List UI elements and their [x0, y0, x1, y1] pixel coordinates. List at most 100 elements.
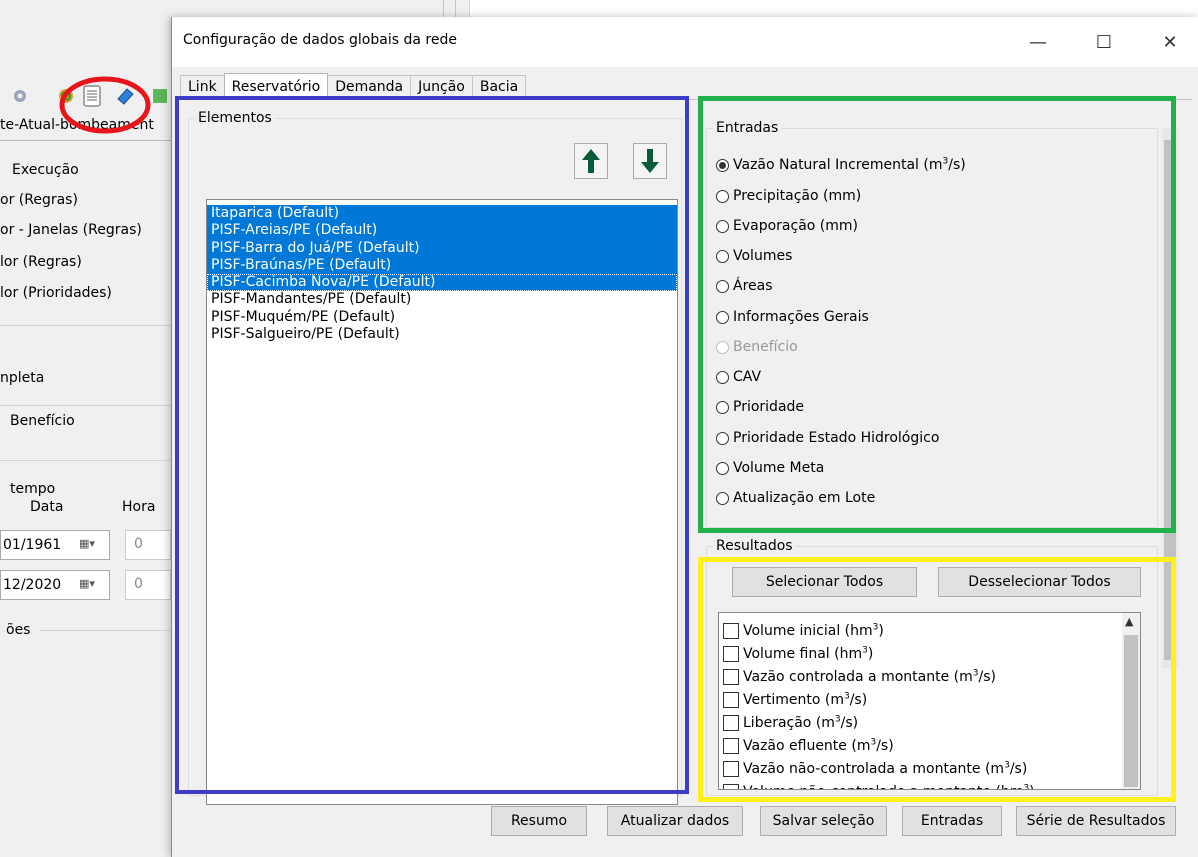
tab-juncao[interactable]: Junção: [410, 75, 473, 99]
title-bar: Configuração de dados globais da rede — …: [172, 17, 1198, 67]
end-hour-field[interactable]: 0: [125, 570, 171, 600]
radio-evaporacao[interactable]: Evaporação (mm): [716, 215, 858, 237]
elements-list[interactable]: Itaparica (Default) PISF-Areias/PE (Defa…: [206, 199, 678, 805]
radio-button[interactable]: [716, 370, 729, 384]
results-series-button[interactable]: Série de Resultados: [1016, 806, 1176, 836]
radio-areas[interactable]: Áreas: [716, 275, 773, 297]
radio-button[interactable]: [716, 219, 729, 233]
summary-button[interactable]: Resumo: [491, 806, 587, 836]
checkbox[interactable]: [723, 783, 739, 789]
tree-item[interactable]: or - Janelas (Regras): [0, 222, 142, 238]
minimize-button[interactable]: —: [1015, 17, 1061, 67]
radio-button[interactable]: [716, 249, 729, 263]
update-data-button[interactable]: Atualizar dados: [607, 806, 743, 836]
results-checklist[interactable]: Volume inicial (hm3) Volume final (hm3) …: [718, 612, 1141, 790]
checkbox[interactable]: [723, 760, 739, 777]
right-scrollbar-track[interactable]: [1162, 128, 1178, 668]
maximize-button[interactable]: ☐: [1081, 17, 1127, 67]
radio-button[interactable]: [716, 158, 729, 172]
start-date-picker[interactable]: 01/1961 ▦▾: [0, 530, 110, 560]
list-item[interactable]: PISF-Barra do Juá/PE (Default): [207, 239, 677, 257]
radio-informacoes-gerais[interactable]: Informações Gerais: [716, 306, 869, 328]
radio-button[interactable]: [716, 461, 729, 475]
group-label-opcoes: ões: [6, 622, 31, 638]
elements-legend: Elementos: [198, 110, 272, 126]
checkbox[interactable]: [723, 737, 739, 754]
checkbox[interactable]: [723, 691, 739, 708]
check-vazao-nao-controlada[interactable]: Vazão não-controlada a montante (m3/s): [719, 757, 1140, 780]
tree-item[interactable]: lor (Prioridades): [0, 285, 112, 301]
tree-item-execucao[interactable]: Execução: [12, 162, 79, 178]
check-vazao-efluente[interactable]: Vazão efluente (m3/s): [719, 734, 1140, 757]
tab-reservatorio[interactable]: Reservatório: [223, 73, 329, 100]
radio-vazao-natural[interactable]: Vazão Natural Incremental (m3/s): [716, 154, 966, 176]
close-button[interactable]: ✕: [1147, 17, 1193, 67]
results-scrollbar-thumb[interactable]: [1124, 635, 1138, 787]
tree-item[interactable]: lor (Regras): [0, 254, 82, 270]
column-header-data: Data: [30, 499, 64, 515]
list-item[interactable]: PISF-Cacimba Nova/PE (Default): [207, 274, 677, 292]
gear-icon[interactable]: [10, 85, 30, 107]
move-down-button[interactable]: [633, 143, 667, 179]
check-volume-final[interactable]: Volume final (hm3): [719, 642, 1140, 665]
check-vertimento[interactable]: Vertimento (m3/s): [719, 688, 1140, 711]
checkbox[interactable]: [723, 622, 739, 639]
tab-link[interactable]: Link: [180, 75, 225, 99]
arrow-down-icon: [641, 149, 659, 173]
start-hour-field[interactable]: 0: [125, 530, 171, 560]
radio-button[interactable]: [716, 279, 729, 293]
column-header-hora: Hora: [122, 499, 156, 515]
radio-precipitacao[interactable]: Precipitação (mm): [716, 185, 861, 207]
radio-cav[interactable]: CAV: [716, 366, 761, 388]
deselect-all-button[interactable]: Desselecionar Todos: [938, 567, 1141, 597]
end-date-picker[interactable]: 12/2020 ▦▾: [0, 570, 110, 600]
tab-demanda[interactable]: Demanda: [327, 75, 412, 99]
list-item[interactable]: PISF-Mandantes/PE (Default): [207, 291, 677, 308]
move-up-button[interactable]: [574, 143, 608, 179]
arrow-up-icon: [582, 149, 600, 173]
list-item[interactable]: PISF-Areias/PE (Default): [207, 222, 677, 240]
divider: [0, 325, 171, 326]
checkbox[interactable]: [723, 714, 739, 731]
list-item[interactable]: PISF-Braúnas/PE (Default): [207, 256, 677, 275]
inputs-legend: Entradas: [716, 120, 779, 136]
scroll-up-icon[interactable]: ▲: [1125, 615, 1133, 628]
option-label-beneficio: Benefício: [10, 413, 75, 429]
calendar-dropdown-icon[interactable]: ▦▾: [79, 577, 95, 590]
calendar-dropdown-icon[interactable]: ▦▾: [79, 537, 95, 550]
radio-button[interactable]: [716, 431, 729, 445]
dialog-title: Configuração de dados globais da rede: [183, 32, 457, 48]
radio-volumes[interactable]: Volumes: [716, 245, 792, 267]
radio-button[interactable]: [716, 491, 729, 505]
divider: [0, 140, 171, 141]
check-volume-nao-controlado[interactable]: Volume não-controlado a montante (hm3): [719, 780, 1140, 789]
tab-bacia[interactable]: Bacia: [471, 75, 527, 99]
checkbox[interactable]: [723, 645, 739, 662]
save-selection-button[interactable]: Salvar seleção: [760, 806, 887, 836]
radio-button[interactable]: [716, 400, 729, 414]
radio-button[interactable]: [716, 310, 729, 324]
radio-volume-meta[interactable]: Volume Meta: [716, 457, 824, 479]
results-scrollbar[interactable]: ▲: [1122, 613, 1140, 789]
right-scrollbar-thumb[interactable]: [1164, 140, 1176, 660]
check-vazao-controlada[interactable]: Vazão controlada a montante (m3/s): [719, 665, 1140, 688]
option-label: npleta: [0, 370, 45, 386]
inputs-button[interactable]: Entradas: [902, 806, 1002, 836]
radio-atualizacao-lote[interactable]: Atualização em Lote: [716, 487, 875, 509]
results-legend: Resultados: [716, 538, 793, 554]
add-icon[interactable]: [150, 85, 170, 107]
checkbox[interactable]: [723, 668, 739, 685]
list-item[interactable]: PISF-Muquém/PE (Default): [207, 309, 677, 326]
radio-button[interactable]: [716, 189, 729, 203]
check-volume-inicial[interactable]: Volume inicial (hm3): [719, 619, 1140, 642]
tree-item[interactable]: or (Regras): [0, 192, 78, 208]
divider: [40, 630, 171, 631]
list-item[interactable]: Itaparica (Default): [207, 205, 677, 223]
check-liberacao[interactable]: Liberação (m3/s): [719, 711, 1140, 734]
divider: [0, 405, 171, 406]
list-item[interactable]: PISF-Salgueiro/PE (Default): [207, 326, 677, 343]
radio-prioridade-estado[interactable]: Prioridade Estado Hidrológico: [716, 427, 939, 449]
radio-prioridade[interactable]: Prioridade: [716, 396, 804, 418]
select-all-button[interactable]: Selecionar Todos: [732, 567, 917, 597]
group-label-tempo: tempo: [10, 481, 56, 497]
